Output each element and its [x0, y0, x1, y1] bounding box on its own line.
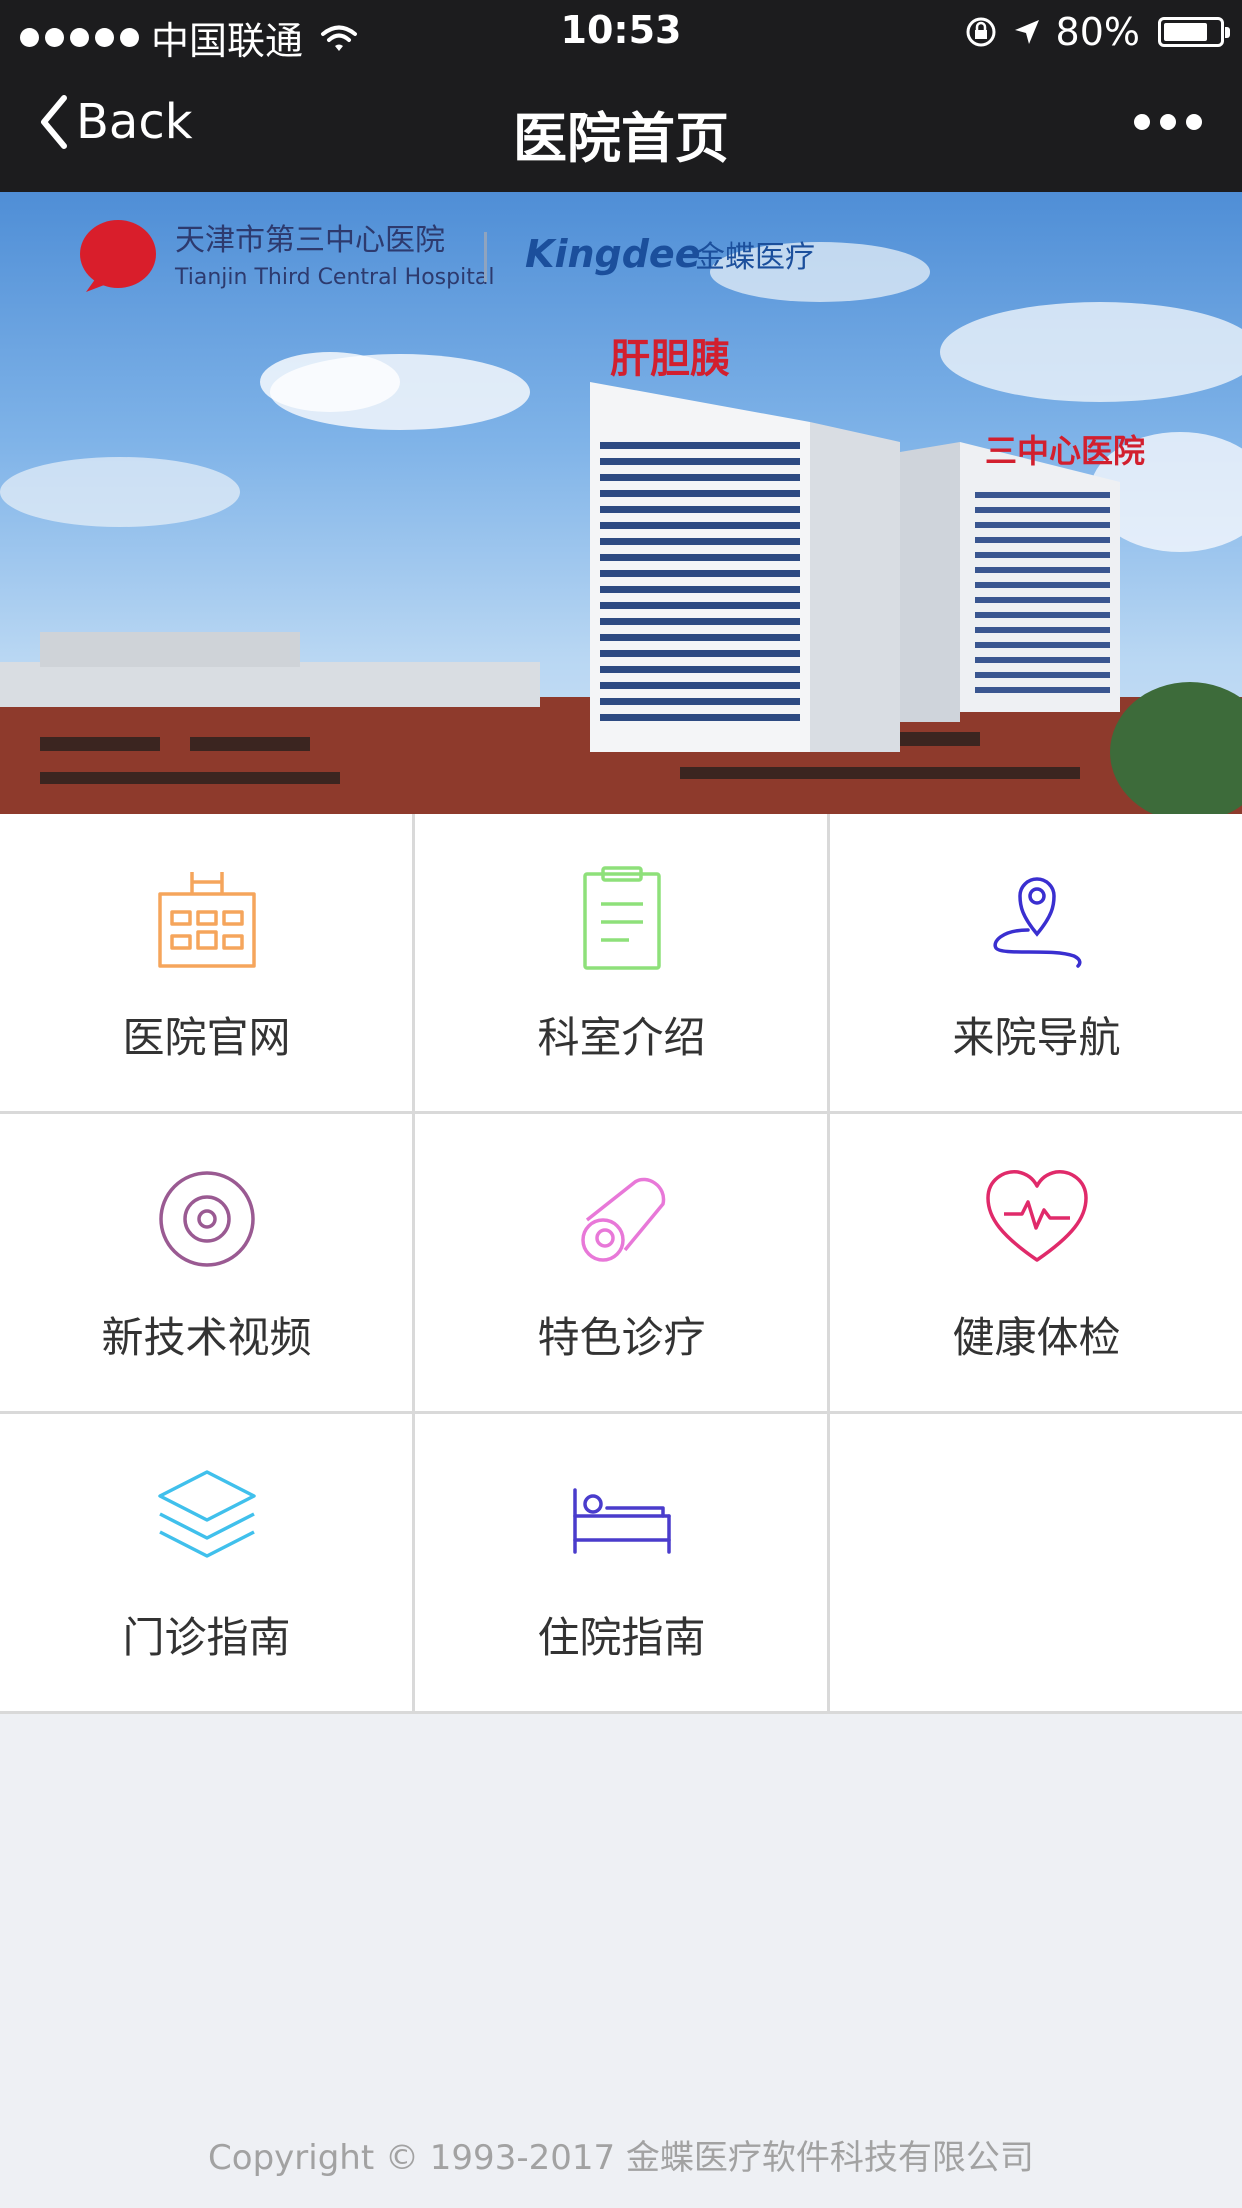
menu-item-health-checkup[interactable]: 健康体检 — [830, 1114, 1242, 1412]
battery-level — [1164, 23, 1208, 41]
menu-grid: 医院官网 科室介绍 来院导航 新技术视频 特色诊疗 健康体检 门诊指南 住院指南 — [0, 814, 1242, 1714]
menu-item-label: 健康体检 — [952, 1313, 1121, 1362]
hospital-name-en: Tianjin Third Central Hospital — [174, 265, 494, 290]
menu-item-hospital-website[interactable]: 医院官网 — [0, 814, 413, 1112]
menu-item-label: 新技术视频 — [101, 1313, 312, 1362]
location-arrow-icon — [1014, 20, 1039, 44]
partner-logo: Kingdee — [525, 232, 700, 276]
status-bar: 中国联通 10:53 80% — [0, 0, 1242, 64]
menu-item-inpatient-guide[interactable]: 住院指南 — [415, 1414, 828, 1712]
navigation-bar: Back 医院首页 — [0, 64, 1242, 192]
heartbeat-icon — [985, 1170, 1088, 1262]
hospital-name-cn: 天津市第三中心医院 — [175, 223, 445, 258]
roof-sign-1: 肝胆胰 — [610, 336, 730, 382]
grid-divider — [412, 814, 415, 1714]
grid-divider — [0, 1411, 1242, 1414]
menu-item-label: 来院导航 — [952, 1013, 1121, 1062]
menu-item-label: 科室介绍 — [537, 1013, 706, 1062]
hospital-building-icon — [157, 872, 256, 968]
status-right: 80% — [964, 10, 1230, 54]
roof-sign-2: 三中心医院 — [985, 432, 1145, 470]
menu-item-label: 医院官网 — [122, 1013, 291, 1062]
partner-name-cn: 金蝶医疗 — [695, 240, 815, 275]
more-dot-icon — [1186, 114, 1202, 130]
page-title: 医院首页 — [513, 107, 729, 170]
more-options-button[interactable] — [1134, 114, 1202, 130]
battery-icon — [1158, 17, 1230, 47]
menu-item-label: 特色诊疗 — [537, 1313, 706, 1362]
rotation-lock-icon — [966, 17, 996, 47]
menu-item-label: 门诊指南 — [122, 1613, 291, 1662]
copyright-footer: Copyright © 1993-2017 金蝶医疗软件科技有限公司 — [208, 2138, 1034, 2178]
battery-percentage: 80% — [1055, 10, 1140, 54]
menu-item-special-treatment[interactable]: 特色诊疗 — [415, 1114, 828, 1412]
disc-icon — [158, 1171, 255, 1267]
clipboard-icon — [582, 866, 661, 970]
grid-divider — [827, 814, 830, 1714]
layers-icon — [157, 1470, 256, 1558]
menu-item-department-intro[interactable]: 科室介绍 — [415, 814, 828, 1112]
menu-item-navigation[interactable]: 来院导航 — [830, 814, 1242, 1112]
more-dot-icon — [1134, 114, 1150, 130]
bed-icon — [572, 1488, 671, 1554]
menu-item-empty — [830, 1414, 1242, 1712]
grid-divider — [0, 1711, 1242, 1714]
more-dot-icon — [1160, 114, 1176, 130]
location-pin-icon — [992, 877, 1081, 968]
grid-divider — [0, 1111, 1242, 1114]
menu-item-outpatient-guide[interactable]: 门诊指南 — [0, 1414, 413, 1712]
banner-illustration: 肝胆胰 三中心医院 天津市第三中心医院 Tianjin Third Centra… — [0, 220, 1242, 814]
hospital-banner-image[interactable]: 肝胆胰 三中心医院 天津市第三中心医院 Tianjin Third Centra… — [0, 192, 1242, 814]
scroll-icon — [580, 1177, 665, 1262]
menu-item-tech-videos[interactable]: 新技术视频 — [0, 1114, 413, 1412]
menu-item-label: 住院指南 — [537, 1613, 706, 1662]
